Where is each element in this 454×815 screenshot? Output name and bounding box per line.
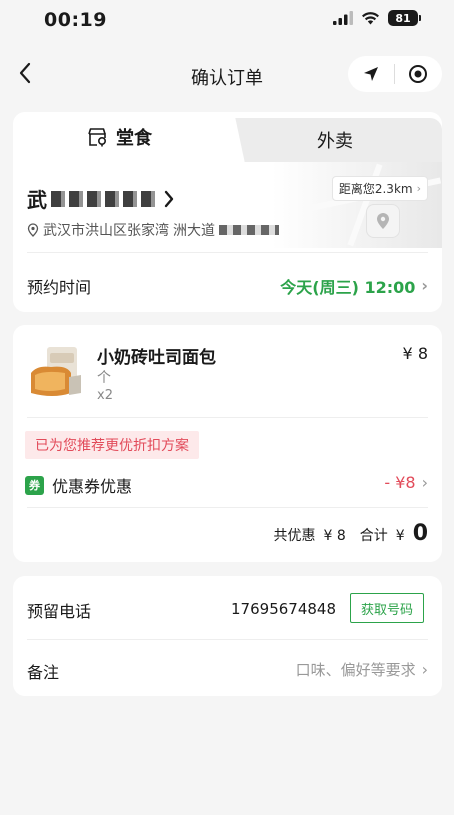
contact-card: 预留电话 17695674848 获取号码 备注 口味、偏好等要求 › [13,576,442,696]
coupon-label: 优惠券优惠 [52,477,133,496]
phone-value[interactable]: 17695674848 [231,600,336,618]
address-text: 武汉市洪山区张家湾 [43,223,169,239]
divider [27,252,428,253]
reserve-time-label: 预约时间 [27,278,92,297]
remark-label: 备注 [27,663,60,682]
total-discount-label: 共优惠 [273,528,316,544]
store-info: 距离您2.3km › 武 武汉市洪山区张家湾 洲大道 预约时间 今天(周三) 1… [13,162,442,312]
divider [27,417,428,418]
product-image [23,343,89,409]
store-name-mosaic [51,190,159,207]
reserve-time-value: 今天(周三) 12:00 [280,278,416,297]
status-time: 00:19 [44,9,107,31]
tab-takeout[interactable]: 外卖 [228,118,442,162]
divider [27,507,428,508]
store-name[interactable]: 武 [27,184,175,213]
store-map[interactable] [272,162,442,248]
status-bar: 00:19 81 [0,0,454,42]
divider [27,639,428,640]
total-discount-value: ¥ 8 [323,528,346,544]
nav-bar: 确认订单 [0,50,454,102]
tab-dine-in[interactable]: 堂食 [13,112,225,162]
sum-value: 0 [412,521,428,546]
product-card: 小奶砖吐司面包 个 x2 ¥ 8 已为您推荐更优折扣方案 券 优惠券优惠 - ¥… [13,325,442,562]
get-number-button[interactable]: 获取号码 [350,593,424,623]
chevron-right-icon: › [421,472,428,492]
coupon-badge-icon: 券 [25,475,44,495]
chevron-right-icon: › [421,659,428,679]
remark-input[interactable]: 口味、偏好等要求 › [296,659,428,680]
mini-program-capsule [348,56,442,92]
distance-text: 距离您2.3km [338,182,413,196]
tab-takeout-label: 外卖 [317,131,353,152]
close-target-button[interactable] [395,56,441,92]
location-pin-icon [27,223,39,237]
remark-placeholder: 口味、偏好等要求 [295,661,416,679]
store-card: 外卖 堂食 距离您2.3km › 武 武汉市洪山区张家湾 洲大道 预约时间 今天… [13,112,442,312]
order-type-tabs: 外卖 堂食 [13,112,442,162]
address-text-suffix: 洲大道 [173,223,215,239]
phone-label: 预留电话 [27,602,92,621]
product-name: 小奶砖吐司面包 [97,348,216,368]
sum-label: 合计 [359,528,388,544]
recommend-banner: 已为您推荐更优折扣方案 [25,431,199,459]
cellular-signal-icon [333,11,353,25]
address-mosaic [219,225,279,235]
distance-tag: 距离您2.3km › [331,176,428,201]
product-price: ¥ 8 [402,344,428,363]
reserve-time-selector[interactable]: 今天(周三) 12:00 › [280,274,428,298]
battery-icon: 81 [388,10,421,26]
wifi-icon [362,12,379,25]
store-icon [88,128,107,147]
store-name-text: 武 [27,188,47,212]
tab-dine-in-label: 堂食 [116,128,152,149]
status-icons: 81 [333,10,421,26]
coupon-row: 券 优惠券优惠 [25,473,132,497]
navigation-arrow-icon [364,67,378,81]
target-circle-icon [409,65,427,83]
product-quantity: x2 [97,388,113,403]
chevron-right-icon [164,190,174,207]
map-pin-icon [366,204,400,238]
sum-currency: ¥ [395,528,405,544]
chevron-right-icon: › [416,182,421,195]
chevron-right-icon: › [421,276,428,295]
coupon-selector[interactable]: - ¥8 › [384,473,428,492]
product-spec: 个 [97,370,111,386]
location-button[interactable] [348,56,394,92]
total-row: 共优惠 ¥ 8 合计 ¥ 0 [274,521,429,546]
store-address: 武汉市洪山区张家湾 洲大道 [27,220,279,240]
coupon-value: - ¥8 [384,473,416,492]
